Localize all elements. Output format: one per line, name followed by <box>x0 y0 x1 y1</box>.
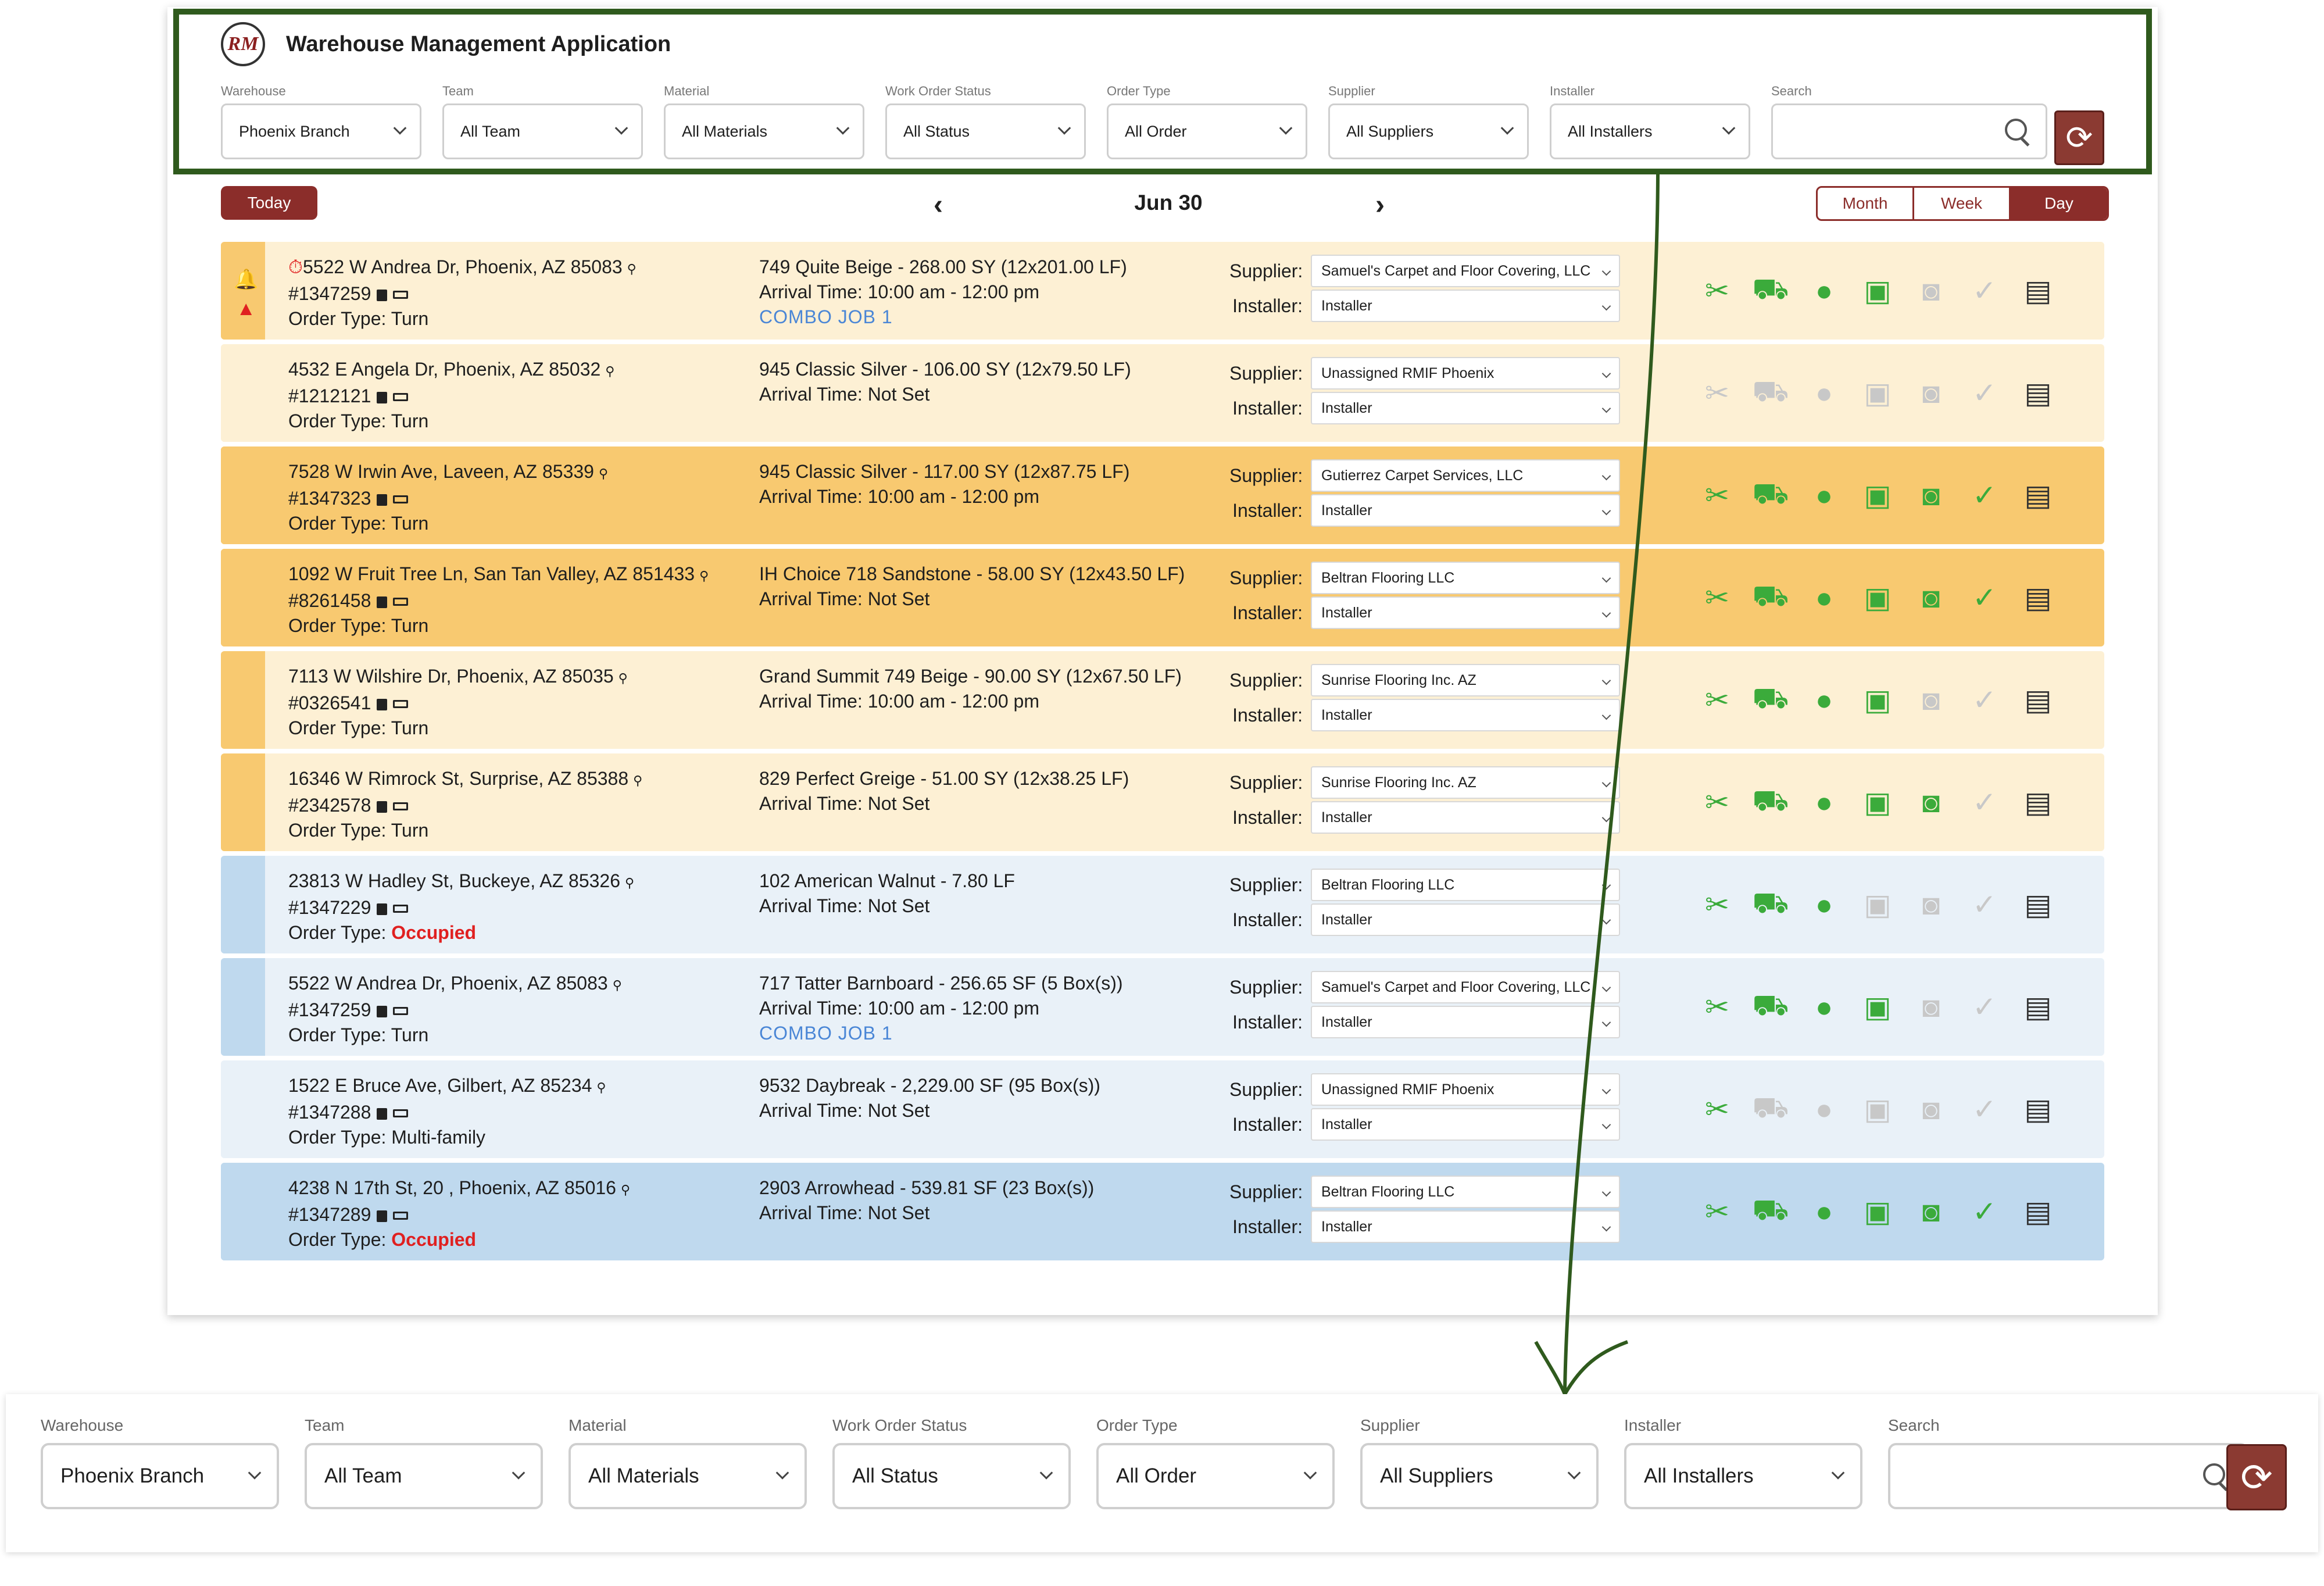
work-order-status-value: All Status <box>852 1464 938 1487</box>
team-select[interactable]: All Team <box>305 1443 543 1509</box>
chevron-down-icon <box>1567 1466 1581 1480</box>
warehouse-label: Warehouse <box>41 1416 124 1434</box>
work-order-status-filter: Work Order Status All Status <box>832 1416 1071 1509</box>
order-type-select[interactable]: All Order <box>1096 1443 1335 1509</box>
material-label: Material <box>569 1416 627 1434</box>
order-type-value: All Order <box>1116 1464 1197 1487</box>
zoomed-filter-bar: Warehouse Phoenix Branch Team All Team Mater… <box>41 1416 2274 1509</box>
search-icon[interactable] <box>2203 1463 2229 1489</box>
chevron-down-icon <box>1303 1466 1317 1480</box>
chevron-down-icon <box>512 1466 525 1480</box>
search-label: Search <box>1888 1416 1940 1434</box>
installer-select[interactable]: All Installers <box>1624 1443 1862 1509</box>
chevron-down-icon <box>248 1466 262 1480</box>
installer-filter: Installer All Installers <box>1624 1416 1862 1509</box>
chevron-down-icon <box>1039 1466 1053 1480</box>
supplier-value: All Suppliers <box>1380 1464 1493 1487</box>
team-value: All Team <box>324 1464 402 1487</box>
team-filter: Team All Team <box>305 1416 543 1509</box>
team-label: Team <box>305 1416 345 1434</box>
search-filter: Search <box>1888 1416 2248 1509</box>
chevron-down-icon <box>1831 1466 1845 1480</box>
warehouse-filter: Warehouse Phoenix Branch <box>41 1416 279 1509</box>
warehouse-select[interactable]: Phoenix Branch <box>41 1443 279 1509</box>
supplier-filter: Supplier All Suppliers <box>1360 1416 1599 1509</box>
order-type-filter: Order Type All Order <box>1096 1416 1335 1509</box>
material-select[interactable]: All Materials <box>569 1443 807 1509</box>
installer-value: All Installers <box>1644 1464 1754 1487</box>
installer-label: Installer <box>1624 1416 1682 1434</box>
warehouse-value: Phoenix Branch <box>60 1464 205 1487</box>
chevron-down-icon <box>775 1466 789 1480</box>
material-value: All Materials <box>588 1464 699 1487</box>
work-order-status-label: Work Order Status <box>832 1416 967 1434</box>
zoomed-refresh-button[interactable]: ⟳ <box>2226 1444 2287 1510</box>
search-input[interactable] <box>1888 1443 2248 1509</box>
supplier-label: Supplier <box>1360 1416 1420 1434</box>
zoom-arrow <box>1534 174 1660 1398</box>
material-filter: Material All Materials <box>569 1416 807 1509</box>
supplier-select[interactable]: All Suppliers <box>1360 1443 1599 1509</box>
work-order-status-select[interactable]: All Status <box>832 1443 1071 1509</box>
order-type-label: Order Type <box>1096 1416 1178 1434</box>
